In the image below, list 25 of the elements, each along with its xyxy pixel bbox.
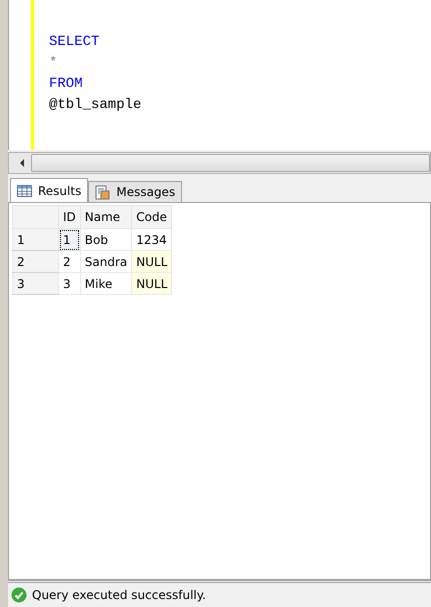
scroll-left-icon[interactable]: [19, 159, 25, 167]
column-header[interactable]: Name: [80, 206, 132, 228]
code-line: @tbl_sample: [49, 96, 142, 115]
row-header[interactable]: 3: [12, 272, 58, 294]
status-text: Query executed successfully.: [32, 588, 206, 602]
scrollbar-thumb[interactable]: [31, 154, 430, 172]
horizontal-scrollbar[interactable]: [8, 152, 431, 174]
code-line: FROM: [49, 75, 84, 94]
row-header[interactable]: 2: [12, 250, 58, 272]
code-line: SELECT: [49, 33, 100, 52]
table-cell: NULL: [132, 272, 172, 294]
table-cell: Bob: [80, 228, 132, 250]
row-header[interactable]: 1: [12, 228, 58, 250]
grid-icon: [17, 184, 32, 196]
code-line: *: [49, 54, 58, 73]
check-icon: [11, 587, 27, 603]
table-cell: 3: [58, 272, 80, 294]
column-header[interactable]: Code: [132, 206, 172, 228]
column-header[interactable]: ID: [58, 206, 80, 228]
tab[interactable]: Results: [10, 178, 88, 202]
document-icon: [95, 184, 110, 200]
table-cell: 1: [58, 228, 80, 250]
table-cell: 2: [58, 250, 80, 272]
table-cell: NULL: [132, 250, 172, 272]
tab[interactable]: Messages: [88, 181, 182, 202]
